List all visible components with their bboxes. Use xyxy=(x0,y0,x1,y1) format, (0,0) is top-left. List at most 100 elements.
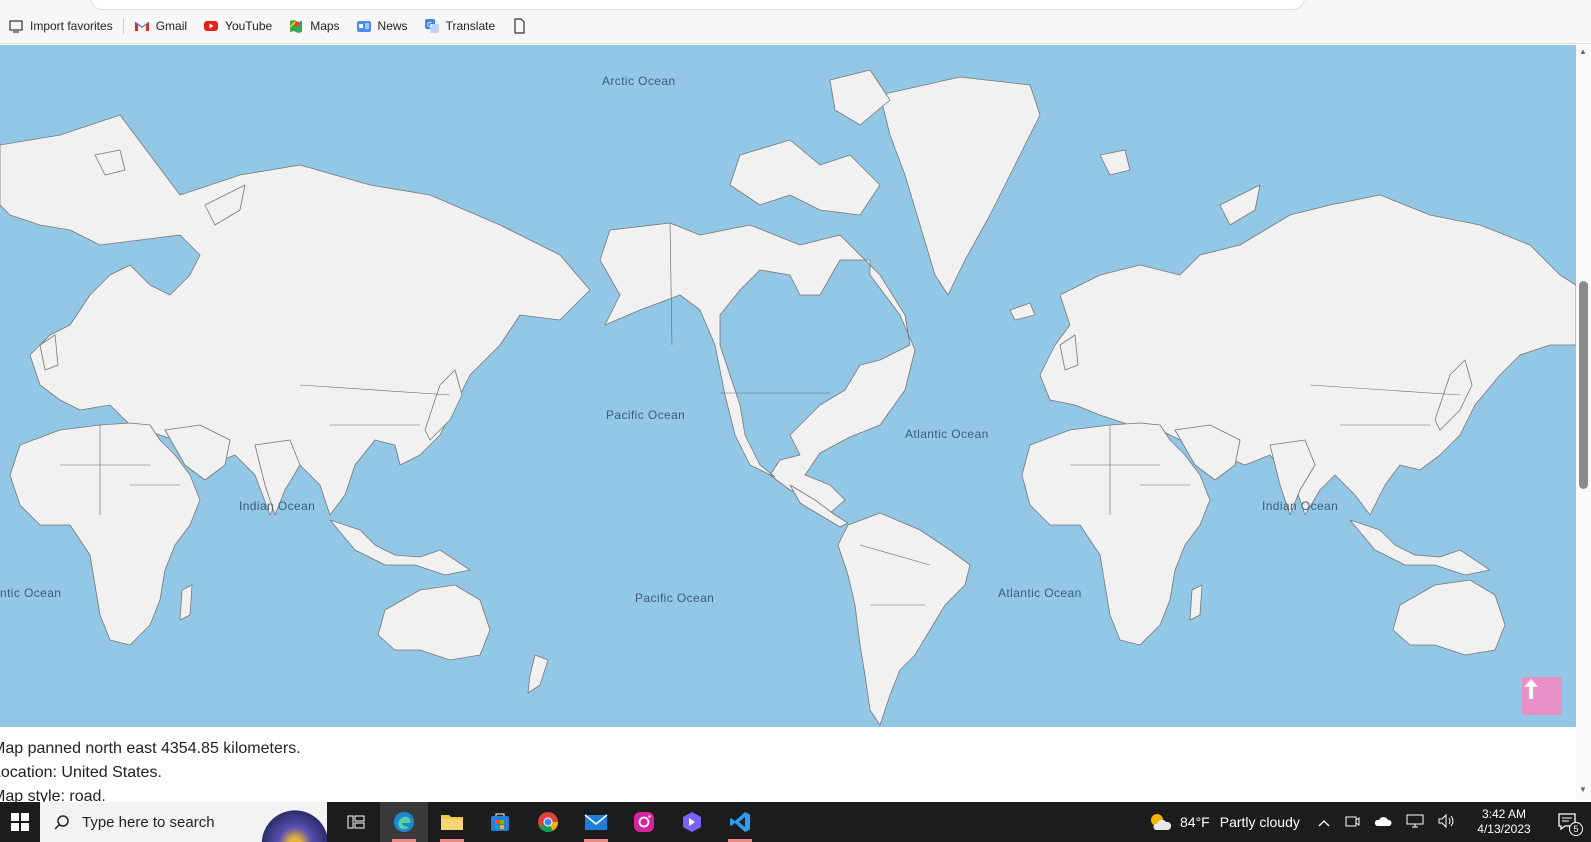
ocean-label-atlantic-left: ntic Ocean xyxy=(0,586,62,600)
bookmark-page[interactable] xyxy=(503,14,535,38)
taskbar-store[interactable] xyxy=(476,802,524,842)
start-button[interactable] xyxy=(0,802,40,842)
folder-icon xyxy=(441,815,463,830)
land-svalbard-right xyxy=(1099,149,1131,176)
task-view-icon xyxy=(347,815,365,829)
ocean-label-indian-left: Indian Ocean xyxy=(239,499,316,513)
scroll-down-arrow-icon[interactable]: ▼ xyxy=(1579,785,1587,794)
store-icon xyxy=(491,813,509,831)
land-arctic-islands xyxy=(729,139,881,216)
land-madagascar-left xyxy=(179,584,193,621)
bookmark-label: Import favorites xyxy=(30,19,113,33)
ocean-label-pacific-south: Pacific Ocean xyxy=(635,591,715,605)
bookmark-label: Translate xyxy=(445,19,496,33)
ocean-label-atlantic-north: Atlantic Ocean xyxy=(905,427,989,441)
land-africa-right xyxy=(1021,422,1211,646)
windows-taskbar: Type here to search 84°F Partly cloudy 3… xyxy=(0,802,1591,842)
bookmark-translate[interactable]: G Translate xyxy=(416,14,504,38)
map-status-text: Map panned north east 4354.85 kilometers… xyxy=(0,737,301,809)
taskbar-chrome[interactable] xyxy=(524,802,572,842)
land-australia-left xyxy=(377,584,491,661)
volume-icon[interactable] xyxy=(1438,813,1456,831)
task-view-button[interactable] xyxy=(332,802,380,842)
taskbar-file-explorer[interactable] xyxy=(428,802,476,842)
land-south-america xyxy=(837,512,971,726)
import-icon xyxy=(9,20,23,33)
taskbar-mail[interactable] xyxy=(572,802,620,842)
address-bar[interactable] xyxy=(90,0,1305,10)
gmail-icon xyxy=(134,21,149,31)
land-novaya-right xyxy=(1219,184,1261,226)
chrome-icon xyxy=(538,812,559,833)
mail-icon xyxy=(584,814,608,830)
taskbar-edge[interactable] xyxy=(380,802,428,842)
translate-icon: G xyxy=(424,19,439,33)
weather-desc: Partly cloudy xyxy=(1219,814,1300,830)
page-scrollbar[interactable]: ▲ ▼ xyxy=(1576,45,1591,800)
land-madagascar-right xyxy=(1189,584,1203,621)
bookmark-label: YouTube xyxy=(225,19,273,33)
land-sea-islands-left xyxy=(329,519,471,576)
land-iceland xyxy=(1009,302,1036,321)
status-pan: Map panned north east 4354.85 kilometers… xyxy=(0,740,301,757)
taskbar-app-purple[interactable] xyxy=(668,802,716,842)
clock-time: 3:42 AM xyxy=(1481,807,1527,821)
land-baffin xyxy=(829,69,891,126)
browser-toolbar: Import favorites Gmail YouTube Maps News… xyxy=(0,0,1591,44)
land-australia-right xyxy=(1392,579,1506,656)
bookmark-news[interactable]: News xyxy=(348,14,416,38)
land-nz-left xyxy=(527,654,549,694)
weather-temp: 84°F xyxy=(1180,814,1210,830)
bookmark-gmail[interactable]: Gmail xyxy=(126,14,195,38)
taskbar-clock[interactable]: 3:42 AM 4/13/2023 xyxy=(1470,807,1538,837)
ocean-label-indian-right: Indian Ocean xyxy=(1262,499,1339,513)
youtube-icon xyxy=(204,21,219,31)
scroll-to-top-button[interactable] xyxy=(1522,677,1562,715)
world-map[interactable]: Arctic Ocean Pacific Ocean Atlantic Ocea… xyxy=(0,45,1576,727)
page-icon xyxy=(514,18,525,34)
bookmark-label: Maps xyxy=(310,19,340,33)
search-icon xyxy=(54,815,69,830)
ocean-label-pacific-north: Pacific Ocean xyxy=(606,408,686,422)
status-location: Location: United States. xyxy=(0,764,162,781)
map-land-layer xyxy=(0,69,1576,726)
edge-icon xyxy=(394,812,414,832)
bookmark-divider xyxy=(122,18,124,34)
meet-now-icon[interactable] xyxy=(1344,813,1360,832)
partly-cloudy-icon xyxy=(1151,814,1172,830)
taskbar-instagram[interactable] xyxy=(620,802,668,842)
svg-text:G: G xyxy=(427,21,432,29)
bookmark-youtube[interactable]: YouTube xyxy=(195,14,280,38)
ocean-label-arctic: Arctic Ocean xyxy=(602,74,676,88)
vscode-icon xyxy=(730,812,750,832)
windows-logo-icon xyxy=(11,813,29,831)
scrollbar-thumb[interactable] xyxy=(1579,281,1588,489)
land-sea-islands-right xyxy=(1349,519,1491,576)
system-tray xyxy=(1318,802,1456,842)
network-icon[interactable] xyxy=(1406,814,1424,831)
search-highlight-image xyxy=(257,804,327,842)
bookmark-label: Gmail xyxy=(155,19,188,33)
arrow-up-icon xyxy=(1524,679,1538,699)
notification-center-button[interactable]: 5 xyxy=(1545,802,1591,842)
news-icon xyxy=(356,21,371,32)
chevron-up-icon[interactable] xyxy=(1318,814,1330,830)
land-north-america xyxy=(599,222,916,514)
instagram-icon xyxy=(634,812,654,832)
hexagon-app-icon xyxy=(683,812,701,832)
bookmark-maps[interactable]: Maps xyxy=(280,14,347,38)
onedrive-icon[interactable] xyxy=(1374,814,1392,830)
land-greenland xyxy=(879,76,1041,296)
clock-date: 4/13/2023 xyxy=(1477,822,1531,836)
land-africa-left xyxy=(9,422,201,646)
scroll-up-arrow-icon[interactable]: ▲ xyxy=(1579,47,1587,56)
bookmark-import-favorites[interactable]: Import favorites xyxy=(0,14,121,38)
taskbar-vscode[interactable] xyxy=(716,802,764,842)
search-placeholder: Type here to search xyxy=(82,813,215,831)
bookmarks-bar: Import favorites Gmail YouTube Maps News… xyxy=(0,14,535,38)
taskbar-search-box[interactable]: Type here to search xyxy=(40,802,327,842)
weather-widget[interactable]: 84°F Partly cloudy xyxy=(1148,802,1300,842)
ocean-label-atlantic-south: Atlantic Ocean xyxy=(998,586,1082,600)
notification-count: 5 xyxy=(1569,822,1583,836)
maps-icon xyxy=(289,20,303,33)
